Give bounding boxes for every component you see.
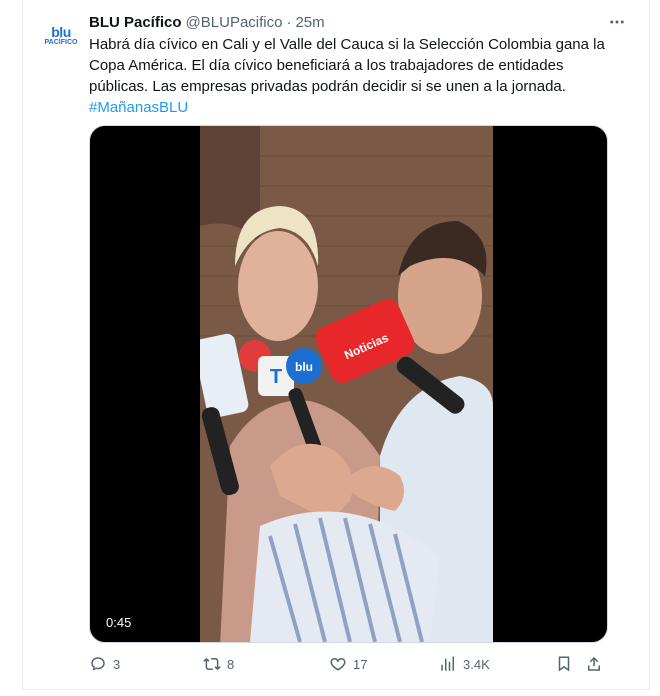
tweet-body: Habrá día cívico en Cali y el Valle del … — [89, 36, 605, 95]
avatar-logo-text: blu — [51, 23, 71, 40]
like-button[interactable]: 17 — [329, 652, 367, 676]
repost-button[interactable]: 8 — [203, 652, 234, 676]
hashtag-link[interactable]: #MañanasBLU — [89, 99, 188, 116]
video-frame: T blu Noticias — [200, 126, 493, 642]
reply-icon — [91, 657, 105, 671]
video-duration-badge: 0:45 — [100, 613, 138, 632]
avatar[interactable]: blu PACÍFICO — [39, 14, 83, 58]
avatar-logo-subtext: PACÍFICO — [44, 38, 78, 46]
video-player[interactable]: T blu Noticias 0:45 — [89, 125, 608, 643]
bookmark-button[interactable] — [555, 652, 573, 676]
tweet-card[interactable]: blu PACÍFICO BLU Pacífico @BLUPacifico ·… — [22, 0, 650, 690]
more-icon — [610, 20, 624, 24]
timestamp[interactable]: 25m — [295, 14, 324, 31]
bookmark-icon — [558, 656, 570, 672]
reply-button[interactable]: 3 — [89, 652, 120, 676]
more-options-button[interactable] — [607, 12, 627, 32]
tweet-header: BLU Pacífico @BLUPacifico · 25m — [89, 12, 325, 32]
separator-dot: · — [286, 13, 292, 31]
mic-label-blu: blu — [295, 360, 313, 374]
share-button[interactable] — [585, 652, 603, 676]
views-button[interactable]: 3.4K — [439, 652, 490, 676]
author-handle[interactable]: @BLUPacifico — [186, 14, 283, 31]
heart-icon — [330, 658, 346, 671]
analytics-icon — [441, 656, 454, 671]
share-icon — [588, 656, 600, 671]
mic-label-t: T — [270, 366, 282, 388]
like-count: 17 — [353, 656, 368, 672]
author-name[interactable]: BLU Pacífico — [89, 14, 182, 31]
video-still: T blu Noticias — [200, 126, 493, 642]
tweet-actions: 3 8 17 3.4K — [89, 652, 629, 676]
tweet-text: Habrá día cívico en Cali y el Valle del … — [89, 34, 609, 118]
repost-icon — [203, 657, 221, 671]
view-count: 3.4K — [463, 656, 490, 672]
repost-count: 8 — [227, 656, 235, 672]
reply-count: 3 — [113, 656, 121, 672]
